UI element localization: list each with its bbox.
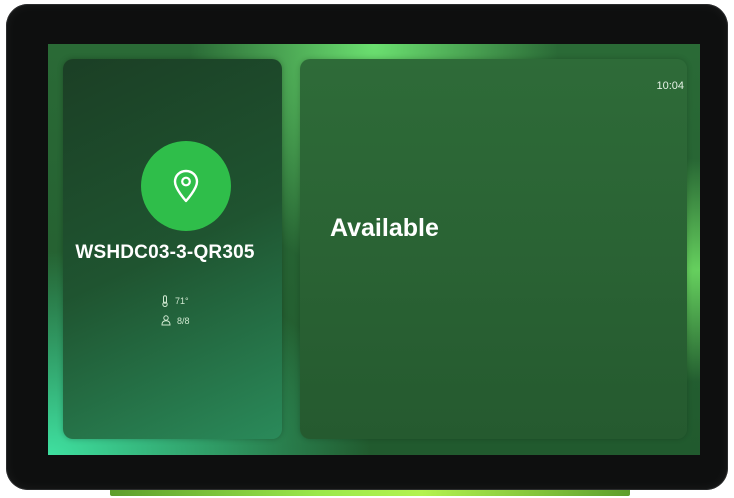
room-panel-device: 71° 8/8 WSHDC03-3-QR305 10:04 Available xyxy=(6,4,728,490)
occupancy-row: 8/8 xyxy=(161,315,190,326)
temperature-row: 71° xyxy=(161,295,189,307)
location-pin-icon xyxy=(173,169,199,203)
status-panel[interactable] xyxy=(300,59,687,439)
clock-time: 10:04 xyxy=(656,80,684,92)
thermometer-icon xyxy=(162,295,168,307)
device-screen: 71° 8/8 WSHDC03-3-QR305 10:04 Available xyxy=(48,44,700,455)
location-pin-badge xyxy=(141,141,231,231)
temperature-value: 71° xyxy=(175,296,189,306)
availability-status: Available xyxy=(330,214,439,242)
person-icon xyxy=(161,315,171,326)
room-name: WSHDC03-3-QR305 xyxy=(75,242,255,263)
occupancy-value: 8/8 xyxy=(177,315,190,326)
